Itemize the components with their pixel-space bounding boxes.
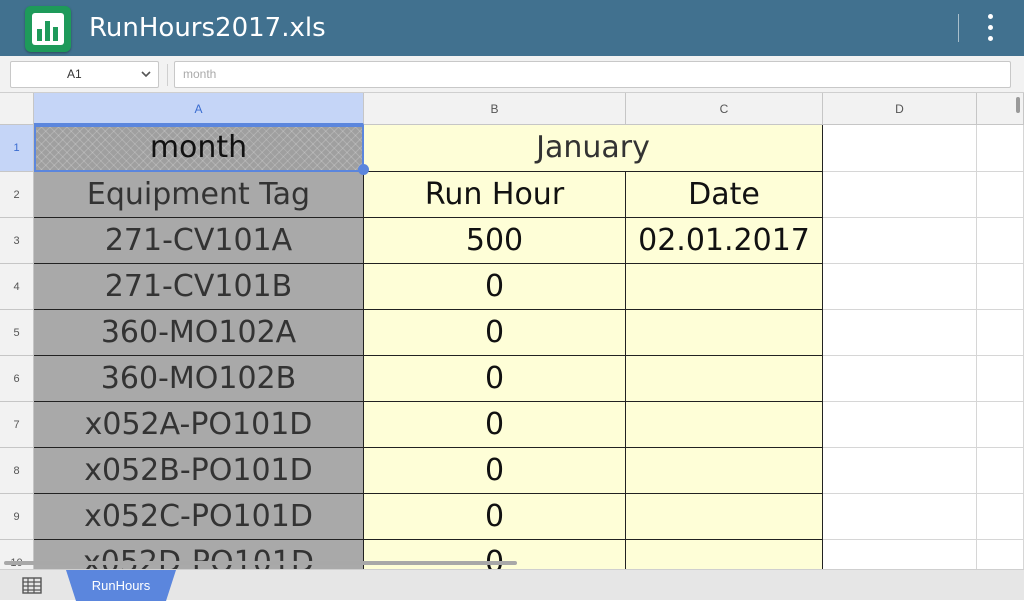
- cell-a9[interactable]: x052C-PO101D: [34, 494, 364, 540]
- cell-d2[interactable]: [823, 172, 977, 218]
- cell-c3[interactable]: 02.01.2017: [626, 218, 823, 264]
- row-header-3[interactable]: 3: [0, 218, 34, 264]
- cell-reference: A1: [67, 67, 82, 81]
- row-header-8[interactable]: 8: [0, 448, 34, 494]
- row-header-1[interactable]: 1: [0, 125, 34, 172]
- sheet-tab-runhours[interactable]: RunHours: [66, 570, 176, 601]
- column-header-c[interactable]: C: [626, 93, 823, 125]
- cell-b5[interactable]: 0: [364, 310, 626, 356]
- spreadsheet-grid[interactable]: A B C D 1 2 3 4 5 6 7 8 9 10 month Janua…: [0, 93, 1024, 569]
- cell-d8[interactable]: [823, 448, 977, 494]
- cell-e10[interactable]: [977, 540, 1024, 569]
- vertical-scrollbar[interactable]: [1016, 97, 1020, 113]
- row-header-5[interactable]: 5: [0, 310, 34, 356]
- cell-b4[interactable]: 0: [364, 264, 626, 310]
- cell-a7[interactable]: x052A-PO101D: [34, 402, 364, 448]
- row-header-6[interactable]: 6: [0, 356, 34, 402]
- cell-c7[interactable]: [626, 402, 823, 448]
- cell-e3[interactable]: [977, 218, 1024, 264]
- row-header-2[interactable]: 2: [0, 172, 34, 218]
- cell-e6[interactable]: [977, 356, 1024, 402]
- row-header-4[interactable]: 4: [0, 264, 34, 310]
- cell-c9[interactable]: [626, 494, 823, 540]
- row-header-7[interactable]: 7: [0, 402, 34, 448]
- cell-a6[interactable]: 360-MO102B: [34, 356, 364, 402]
- cell-d1[interactable]: [823, 125, 977, 172]
- app-bar-divider: [958, 14, 959, 42]
- cell-c4[interactable]: [626, 264, 823, 310]
- cell-e9[interactable]: [977, 494, 1024, 540]
- formula-separator: [167, 64, 168, 86]
- cell-reference-box[interactable]: A1: [10, 61, 159, 88]
- cell-b1-merged[interactable]: January: [364, 125, 823, 172]
- cell-b9[interactable]: 0: [364, 494, 626, 540]
- cell-c10[interactable]: [626, 540, 823, 569]
- sheet-tab-label: RunHours: [91, 578, 151, 593]
- cell-a1[interactable]: month: [34, 125, 364, 172]
- cell-b3[interactable]: 500: [364, 218, 626, 264]
- cell-d3[interactable]: [823, 218, 977, 264]
- cell-d4[interactable]: [823, 264, 977, 310]
- column-header-a[interactable]: A: [34, 93, 364, 125]
- cell-d9[interactable]: [823, 494, 977, 540]
- column-header-b[interactable]: B: [364, 93, 626, 125]
- cell-e7[interactable]: [977, 402, 1024, 448]
- cell-d7[interactable]: [823, 402, 977, 448]
- cell-d6[interactable]: [823, 356, 977, 402]
- cell-d5[interactable]: [823, 310, 977, 356]
- cell-e2[interactable]: [977, 172, 1024, 218]
- cell-c8[interactable]: [626, 448, 823, 494]
- cell-c5[interactable]: [626, 310, 823, 356]
- cell-c2[interactable]: Date: [626, 172, 823, 218]
- document-title: RunHours2017.xls: [89, 13, 326, 43]
- sheet-tab-bar: RunHours: [0, 569, 1024, 601]
- cell-b2[interactable]: Run Hour: [364, 172, 626, 218]
- cell-e5[interactable]: [977, 310, 1024, 356]
- chevron-down-icon: [141, 71, 151, 78]
- cell-a5[interactable]: 360-MO102A: [34, 310, 364, 356]
- spreadsheet-chart-icon: [25, 6, 71, 52]
- cell-b6[interactable]: 0: [364, 356, 626, 402]
- cell-e4[interactable]: [977, 264, 1024, 310]
- select-all-corner[interactable]: [0, 93, 34, 125]
- cell-e1[interactable]: [977, 125, 1024, 172]
- selection-handle[interactable]: [358, 164, 369, 175]
- cell-a4[interactable]: 271-CV101B: [34, 264, 364, 310]
- cell-c6[interactable]: [626, 356, 823, 402]
- sheet-list-icon[interactable]: [22, 577, 42, 594]
- column-header-d[interactable]: D: [823, 93, 977, 125]
- cell-a3[interactable]: 271-CV101A: [34, 218, 364, 264]
- cell-a8[interactable]: x052B-PO101D: [34, 448, 364, 494]
- app-bar: RunHours2017.xls: [0, 0, 1024, 56]
- formula-bar: A1 month: [0, 56, 1024, 93]
- row-header-9[interactable]: 9: [0, 494, 34, 540]
- horizontal-scrollbar[interactable]: [4, 561, 517, 565]
- cell-b8[interactable]: 0: [364, 448, 626, 494]
- cell-e8[interactable]: [977, 448, 1024, 494]
- formula-input[interactable]: month: [174, 61, 1011, 88]
- more-vert-icon[interactable]: [978, 12, 1004, 44]
- cell-a2[interactable]: Equipment Tag: [34, 172, 364, 218]
- cell-b7[interactable]: 0: [364, 402, 626, 448]
- cell-d10[interactable]: [823, 540, 977, 569]
